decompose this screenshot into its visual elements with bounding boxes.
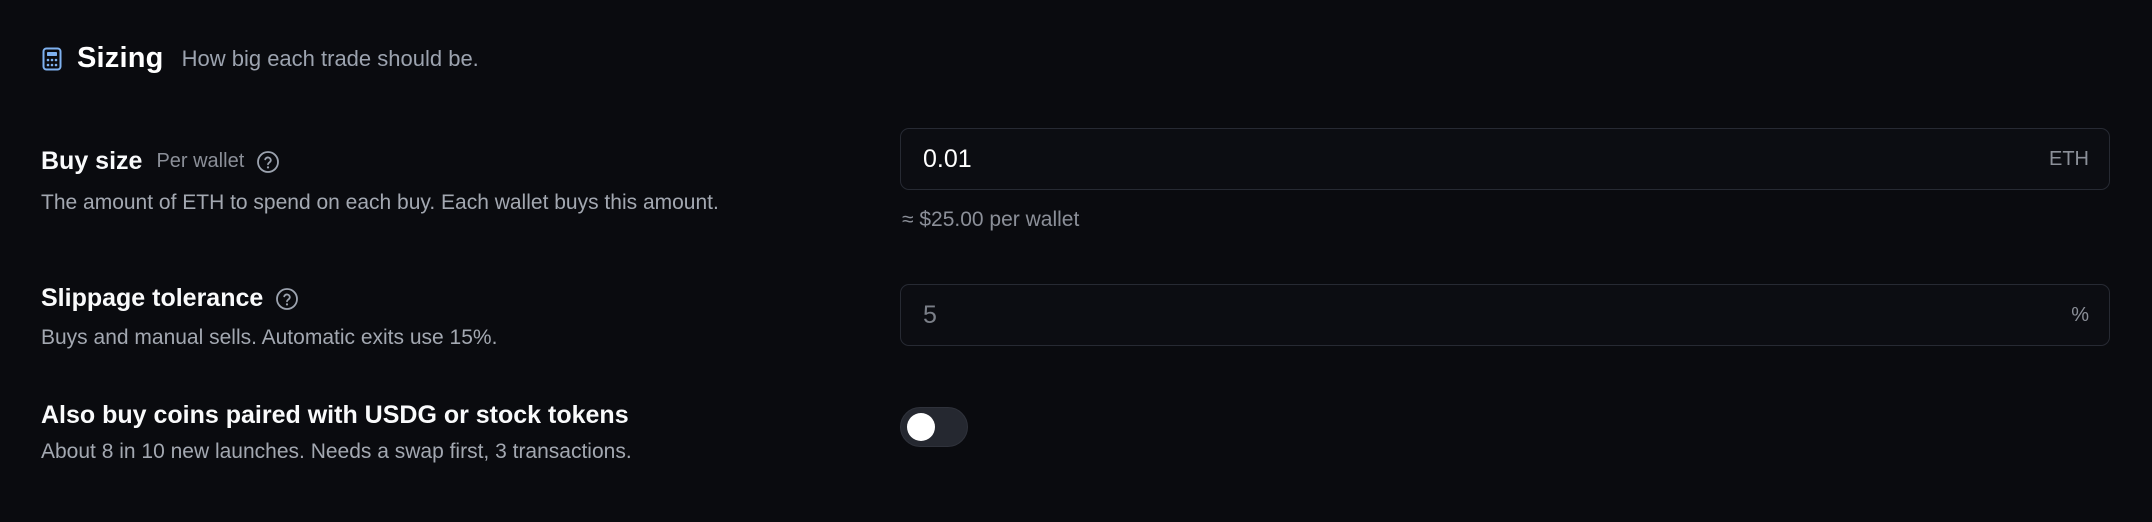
toggle-knob bbox=[907, 413, 935, 441]
buy-size-aside: Per wallet bbox=[156, 150, 245, 172]
buy-size-usd-hint: ≈ $25.00 per wallet bbox=[902, 208, 1080, 231]
slippage-label-group: Slippage tolerance bbox=[41, 284, 299, 313]
slippage-label: Slippage tolerance bbox=[41, 284, 264, 312]
section-title: Sizing bbox=[77, 42, 164, 74]
slippage-field: % bbox=[900, 284, 2110, 346]
slippage-input[interactable] bbox=[923, 300, 2062, 330]
buy-size-unit: ETH bbox=[2049, 147, 2089, 170]
section-subtitle: How big each trade should be. bbox=[181, 45, 479, 71]
question-circle-icon[interactable] bbox=[275, 287, 299, 311]
question-circle-icon[interactable] bbox=[256, 150, 280, 174]
slippage-description: Buys and manual sells. Automatic exits u… bbox=[41, 326, 498, 349]
buy-size-field: ETH bbox=[900, 128, 2110, 190]
section-header: Sizing How big each trade should be. bbox=[41, 42, 479, 75]
buy-size-description: The amount of ETH to spend on each buy. … bbox=[41, 191, 719, 214]
buy-size-input[interactable] bbox=[923, 144, 2039, 174]
paired-coins-label: Also buy coins paired with USDG or stock… bbox=[41, 401, 629, 429]
paired-coins-label-group: Also buy coins paired with USDG or stock… bbox=[41, 401, 629, 430]
buy-size-label: Buy size bbox=[41, 147, 143, 175]
slippage-unit: % bbox=[2071, 303, 2089, 326]
buy-size-label-group: Buy size Per wallet bbox=[41, 147, 280, 176]
calculator-icon bbox=[41, 46, 63, 72]
paired-coins-description: About 8 in 10 new launches. Needs a swap… bbox=[41, 440, 632, 463]
paired-coins-toggle[interactable] bbox=[900, 407, 968, 447]
